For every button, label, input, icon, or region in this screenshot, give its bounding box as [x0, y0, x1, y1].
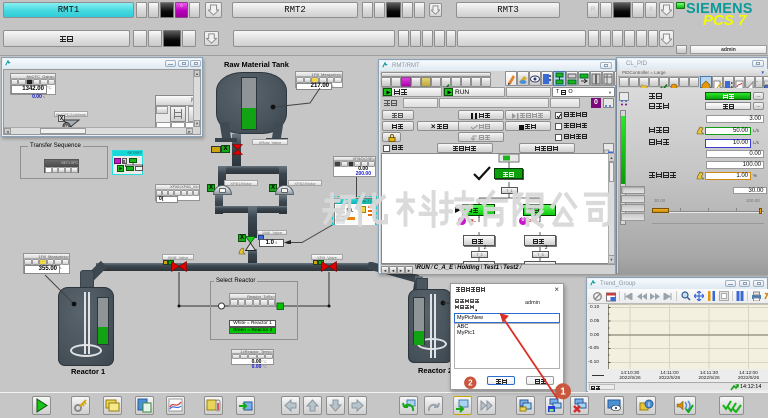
svg-text:2: 2	[468, 379, 473, 388]
svg-text:1: 1	[560, 387, 566, 398]
